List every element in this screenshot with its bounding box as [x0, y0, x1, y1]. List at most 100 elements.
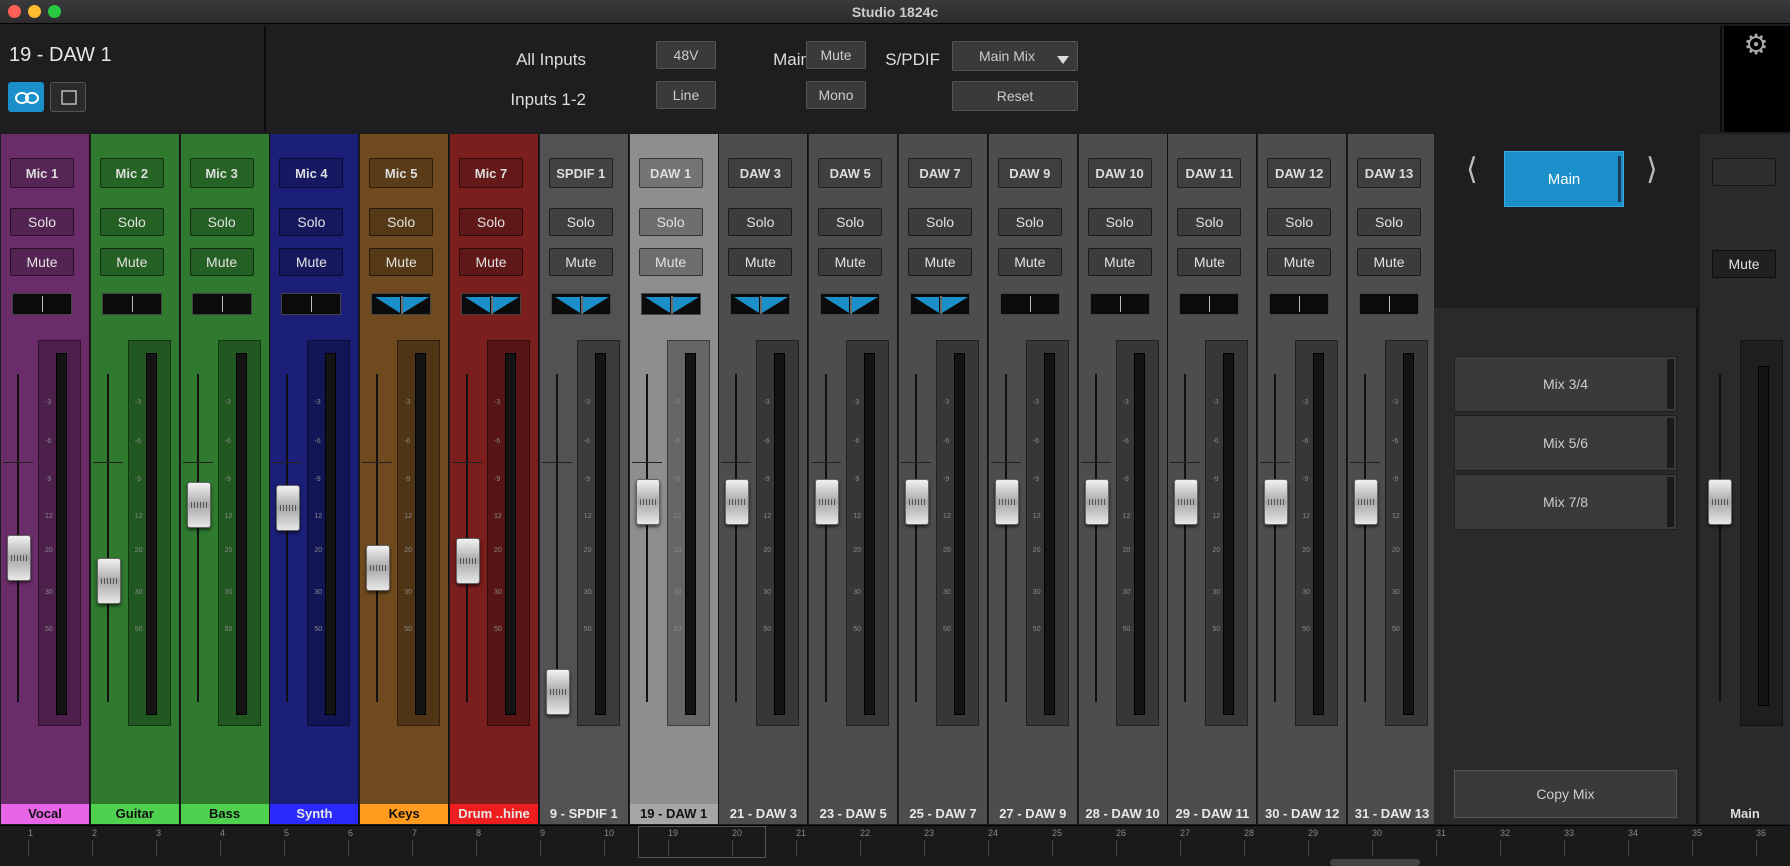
solo-button[interactable]: Solo: [728, 208, 793, 236]
channel-fader[interactable]: [366, 544, 391, 591]
mute-button[interactable]: Mute: [728, 248, 793, 276]
solo-button[interactable]: Solo: [369, 208, 434, 236]
pan-control[interactable]: [101, 293, 162, 315]
mute-button[interactable]: Mute: [638, 248, 703, 276]
solo-button[interactable]: Solo: [189, 208, 254, 236]
channel-label[interactable]: 21 - DAW 3: [719, 804, 808, 824]
channel-label[interactable]: 31 - DAW 13: [1348, 804, 1436, 824]
channel-label[interactable]: 19 - DAW 1: [629, 804, 718, 824]
mute-button[interactable]: Mute: [10, 248, 74, 276]
pan-control[interactable]: [1179, 293, 1240, 315]
mute-button[interactable]: Mute: [369, 248, 434, 276]
solo-button[interactable]: Solo: [1177, 208, 1242, 236]
channel-fader[interactable]: [186, 482, 211, 529]
copy-mix-button[interactable]: Copy Mix: [1454, 770, 1677, 818]
channel-name-button[interactable]: Mic 1: [10, 158, 74, 188]
channel-fader[interactable]: [96, 557, 121, 604]
solo-button[interactable]: Solo: [908, 208, 972, 236]
channel-label[interactable]: 9 - SPDIF 1: [539, 804, 628, 824]
channel-fader[interactable]: [545, 669, 570, 716]
channel-name-button[interactable]: DAW 9: [997, 158, 1062, 188]
mute-button[interactable]: Mute: [1357, 248, 1421, 276]
prev-mix-icon[interactable]: ⟨: [1466, 152, 1478, 187]
channel-fader[interactable]: [905, 478, 929, 525]
pan-control[interactable]: [999, 293, 1060, 315]
pan-control[interactable]: [1359, 293, 1419, 315]
mute-button[interactable]: Mute: [189, 248, 254, 276]
channel-name-button[interactable]: Mic 3: [189, 158, 254, 188]
channel-name-button[interactable]: SPDIF 1: [548, 158, 613, 188]
solo-button[interactable]: Solo: [638, 208, 703, 236]
pan-control[interactable]: [281, 293, 342, 315]
pan-control[interactable]: [461, 293, 521, 315]
mute-button[interactable]: Mute: [1087, 248, 1152, 276]
channel-name-button[interactable]: Mic 7: [459, 158, 523, 188]
solo-button[interactable]: Solo: [10, 208, 74, 236]
current-mix-button[interactable]: Main: [1504, 151, 1624, 207]
channel-label[interactable]: 27 - DAW 9: [988, 804, 1077, 824]
channel-label[interactable]: Bass: [180, 804, 269, 824]
channel-label[interactable]: Synth: [270, 804, 359, 824]
mute-button[interactable]: Mute: [459, 248, 523, 276]
channel-name-button[interactable]: DAW 1: [638, 158, 703, 188]
pan-control[interactable]: [820, 293, 881, 315]
scroll-indicator[interactable]: [1330, 859, 1420, 866]
solo-button[interactable]: Solo: [548, 208, 613, 236]
solo-button[interactable]: Solo: [279, 208, 344, 236]
channel-name-button[interactable]: DAW 13: [1357, 158, 1421, 188]
reset-button[interactable]: Reset: [952, 81, 1078, 111]
pan-control[interactable]: [12, 293, 72, 315]
line-button[interactable]: Line: [656, 81, 716, 109]
channel-name-button[interactable]: Mic 2: [99, 158, 164, 188]
channel-fader[interactable]: [1354, 478, 1378, 525]
channel-label[interactable]: Vocal: [1, 804, 89, 824]
main-fader[interactable]: [1708, 478, 1732, 525]
pan-control[interactable]: [191, 293, 252, 315]
single-view-button[interactable]: [50, 82, 86, 112]
gear-icon[interactable]: ⚙: [1740, 29, 1772, 61]
channel-fader[interactable]: [456, 537, 480, 584]
channel-fader[interactable]: [815, 478, 840, 525]
visible-range-highlight[interactable]: [638, 826, 766, 858]
mix-item-5-6[interactable]: Mix 5/6: [1454, 415, 1677, 471]
channel-label[interactable]: Guitar: [90, 804, 179, 824]
channel-label[interactable]: Drum ..hine: [450, 804, 538, 824]
solo-button[interactable]: Solo: [997, 208, 1062, 236]
mute-button[interactable]: Mute: [997, 248, 1062, 276]
channel-name-button[interactable]: DAW 12: [1267, 158, 1332, 188]
channel-label[interactable]: 29 - DAW 11: [1168, 804, 1257, 824]
channel-fader[interactable]: [1174, 478, 1199, 525]
channel-name-button[interactable]: DAW 7: [908, 158, 972, 188]
solo-button[interactable]: Solo: [459, 208, 523, 236]
mix-item-3-4[interactable]: Mix 3/4: [1454, 356, 1677, 412]
channel-fader[interactable]: [994, 478, 1019, 525]
mute-button[interactable]: Mute: [548, 248, 613, 276]
channel-fader[interactable]: [635, 478, 660, 525]
pan-control[interactable]: [371, 293, 432, 315]
channel-name-button[interactable]: DAW 11: [1177, 158, 1242, 188]
mute-button[interactable]: Mute: [1267, 248, 1332, 276]
channel-fader[interactable]: [1264, 478, 1289, 525]
main-strip-mute-button[interactable]: Mute: [1712, 250, 1776, 278]
mix-item-7-8[interactable]: Mix 7/8: [1454, 474, 1677, 530]
channel-name-button[interactable]: DAW 3: [728, 158, 793, 188]
channel-label[interactable]: 28 - DAW 10: [1078, 804, 1167, 824]
channel-fader[interactable]: [7, 534, 31, 581]
mute-button[interactable]: Mute: [908, 248, 972, 276]
channel-label[interactable]: 23 - DAW 5: [809, 804, 898, 824]
pan-control[interactable]: [910, 293, 970, 315]
mute-button[interactable]: Mute: [279, 248, 344, 276]
channel-name-button[interactable]: DAW 10: [1087, 158, 1152, 188]
next-mix-icon[interactable]: ⟩: [1646, 152, 1658, 187]
channel-name-button[interactable]: DAW 5: [818, 158, 883, 188]
channel-label[interactable]: 30 - DAW 12: [1258, 804, 1347, 824]
pan-control[interactable]: [550, 293, 611, 315]
pan-control[interactable]: [1269, 293, 1330, 315]
channel-label[interactable]: Keys: [360, 804, 449, 824]
pan-control[interactable]: [1089, 293, 1150, 315]
solo-button[interactable]: Solo: [1267, 208, 1332, 236]
pan-control[interactable]: [730, 293, 791, 315]
channel-name-button[interactable]: Mic 5: [369, 158, 434, 188]
channel-fader[interactable]: [1084, 478, 1109, 525]
mute-button[interactable]: Mute: [818, 248, 883, 276]
